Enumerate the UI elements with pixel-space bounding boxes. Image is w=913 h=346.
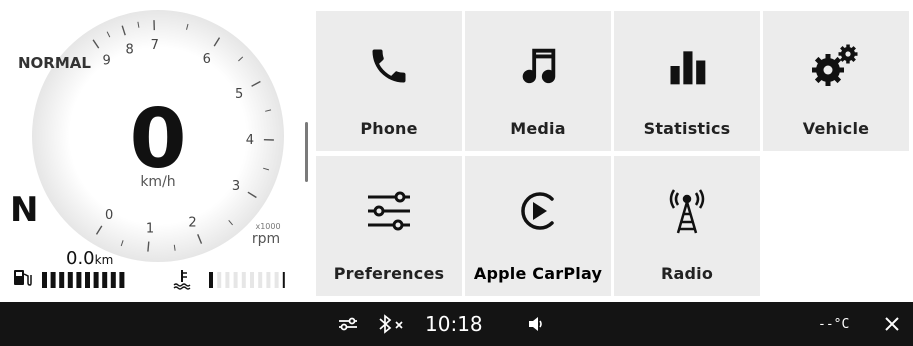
app-label: Media <box>510 119 566 138</box>
fuel-segment <box>50 272 56 288</box>
tach-label: 4 <box>246 133 254 148</box>
fuel-segment <box>85 272 90 288</box>
gear-tooth <box>854 52 858 56</box>
fuel-segment <box>42 272 47 288</box>
speed-value: 0 <box>129 92 186 187</box>
bar-chart-icon <box>614 41 760 91</box>
fuel-segment <box>102 272 108 288</box>
app-label: Statistics <box>643 119 731 138</box>
tach-label: 6 <box>203 52 211 67</box>
tach-label: 5 <box>235 87 243 102</box>
coolant-segment <box>258 272 263 288</box>
app-tile-vehicle[interactable]: Vehicle <box>763 11 909 151</box>
fuel-pump-icon <box>14 270 32 286</box>
gear-tooth <box>839 67 844 73</box>
speed-readout: 0 <box>129 92 186 187</box>
app-label: Vehicle <box>802 119 870 138</box>
gear-tooth <box>825 81 831 86</box>
sliders-icon[interactable] <box>338 302 358 346</box>
app-tile-radio[interactable]: Radio <box>614 156 760 296</box>
odometer-unit: km <box>94 253 114 267</box>
tach-label: 9 <box>102 54 110 69</box>
gear-tooth <box>846 60 850 64</box>
tach-multiplier: x1000 <box>255 222 280 231</box>
instrument-cluster: 0 1 2 3 4 5 6 7 89 0 km/h x1000 rpm NORMAL N 0.0… <box>0 0 300 302</box>
tach-label: 1 <box>146 222 154 237</box>
coolant-segment <box>225 272 230 288</box>
app-tile-statistics[interactable]: Statistics <box>614 11 760 151</box>
app-label: Radio <box>660 264 714 283</box>
tach-label: 3 <box>232 179 240 194</box>
volume-icon[interactable] <box>527 302 545 346</box>
fuel-segment <box>67 272 73 288</box>
coolant-segment <box>209 272 213 288</box>
tach-label: 0 <box>105 208 113 223</box>
close-icon[interactable] <box>884 302 900 346</box>
bluetooth-off-icon[interactable] <box>378 302 406 346</box>
odometer: 0.0km <box>66 248 113 269</box>
fuel-segment <box>76 272 82 288</box>
clock: 10:18 <box>425 312 483 336</box>
drive-mode-label: NORMAL <box>18 54 91 72</box>
app-grid: Phone Media Statistics Vehicle Preferenc… <box>316 11 909 296</box>
app-label: Apple CarPlay <box>473 264 603 283</box>
app-tile-preferences[interactable]: Preferences <box>316 156 462 296</box>
gear-tooth <box>812 67 817 73</box>
coolant-segment <box>282 272 285 288</box>
coolant-segment <box>241 272 246 288</box>
app-label: Phone <box>360 119 418 138</box>
coolant-segment <box>250 272 254 288</box>
fuel-segment <box>59 272 65 288</box>
app-tile-apple-carplay[interactable]: Apple CarPlay <box>465 156 611 296</box>
gears-icon <box>763 41 909 91</box>
app-tile-media[interactable]: Media <box>465 11 611 151</box>
tachometer-gauge: 0 1 2 3 4 5 6 7 89 0 km/h x1000 rpm <box>14 10 285 290</box>
gear-tooth <box>846 44 850 48</box>
coolant-temp-icon <box>173 270 191 290</box>
gear-tooth <box>825 54 831 59</box>
radio-tower-icon <box>614 186 760 236</box>
coolant-gauge-bar <box>209 272 285 288</box>
status-bar: 10:18 --°C <box>0 302 913 346</box>
speed-unit: km/h <box>140 174 175 190</box>
app-tile-phone[interactable]: Phone <box>316 11 462 151</box>
coolant-segment <box>217 272 222 288</box>
carplay-icon <box>465 186 611 236</box>
coolant-segment <box>233 272 238 288</box>
outside-temperature: --°C <box>818 316 850 332</box>
tach-label: 7 <box>151 38 159 53</box>
app-label: Preferences <box>333 264 445 283</box>
music-note-icon <box>465 41 611 91</box>
fuel-gauge-bar <box>42 272 125 288</box>
sliders-icon <box>316 186 462 236</box>
fuel-segment <box>119 272 125 288</box>
fuel-segment <box>110 272 116 288</box>
fuel-segment <box>93 272 99 288</box>
coolant-segment <box>274 272 279 288</box>
tach-unit: rpm <box>252 231 280 247</box>
gear-tooth <box>838 52 842 56</box>
tach-label: 8 <box>125 43 133 58</box>
tach-label: 2 <box>188 215 196 230</box>
odometer-value: 0.0 <box>66 248 95 269</box>
phone-icon <box>316 41 462 91</box>
panel-drag-handle[interactable] <box>305 122 308 182</box>
gear-indicator: N <box>10 190 39 230</box>
coolant-segment <box>266 272 271 288</box>
tach-major-tick <box>147 241 150 252</box>
